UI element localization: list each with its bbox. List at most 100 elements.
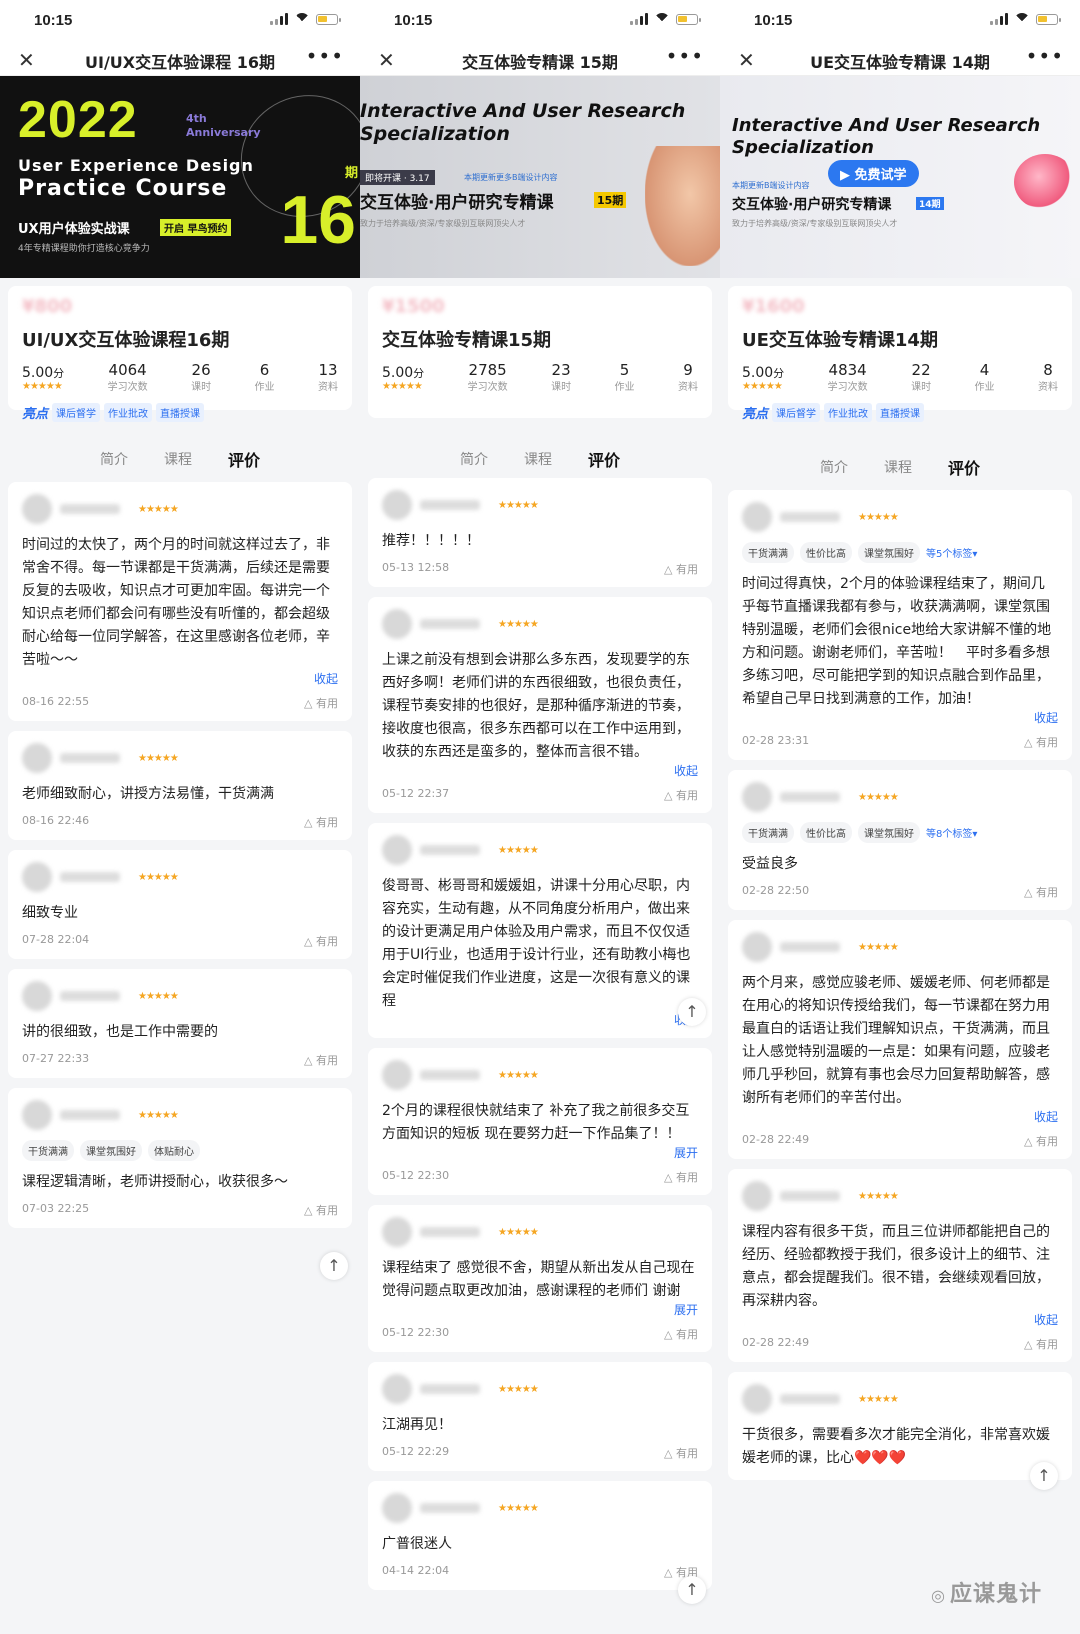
scroll-top-icon[interactable]: ↑ xyxy=(678,998,706,1026)
more-icon[interactable]: ••• xyxy=(1026,44,1064,68)
close-icon[interactable]: ✕ xyxy=(18,48,35,72)
banner-en-line1: User Experience Design xyxy=(18,156,254,175)
review-list: ★★★★★ 推荐！！！！！ 05-13 12:58 有用 ★★★★★ 上课之前没有… xyxy=(360,478,720,1600)
banner-subtitle: 4年专精课程助你打造核心竞争力 xyxy=(18,244,150,254)
review-text: 两个月来，感觉应骏老师、媛媛老师、何老师都是在用心的将知识传授给我们，每一节课都… xyxy=(742,975,1050,1106)
tab-intro[interactable]: 简介 xyxy=(100,449,128,469)
signal-icon xyxy=(630,13,648,25)
collapse-link[interactable]: 收起 xyxy=(742,1108,1058,1125)
useful-button[interactable]: 有用 xyxy=(304,933,338,949)
review-tag: 干货满满 xyxy=(22,1140,74,1161)
review-date: 08-16 22:46 xyxy=(22,814,90,827)
avatar xyxy=(382,490,412,520)
collapse-link[interactable]: 收起 xyxy=(382,762,698,779)
expand-link[interactable]: 展开 xyxy=(382,1144,698,1161)
useful-button[interactable]: 有用 xyxy=(1024,884,1058,900)
expand-link[interactable]: 展开 xyxy=(382,1301,698,1318)
collapse-link[interactable]: 收起 xyxy=(742,709,1058,726)
avatar xyxy=(382,1374,412,1404)
useful-button[interactable]: 有用 xyxy=(1024,734,1058,750)
useful-button[interactable]: 有用 xyxy=(664,787,698,803)
reviewer-name-blurred xyxy=(780,512,840,522)
avatar xyxy=(22,743,52,773)
useful-button[interactable]: 有用 xyxy=(304,1202,338,1218)
avatar xyxy=(742,782,772,812)
review-text: 老师细致耐心，讲授方法易懂，干货满满 xyxy=(22,786,274,802)
scroll-top-icon[interactable]: ↑ xyxy=(678,1576,706,1604)
more-tags-link[interactable]: 等5个标签▾ xyxy=(926,545,977,560)
tab-course[interactable]: 课程 xyxy=(884,457,912,477)
review-date: 08-16 22:55 xyxy=(22,695,90,708)
phone-screen-2: 10:15 ✕ 交互体验专精课 15期 ••• Interactive And … xyxy=(360,0,720,1634)
useful-button[interactable]: 有用 xyxy=(1024,1133,1058,1149)
course-info-card: ¥800 UI/UX交互体验课程16期 5.00分 ★★★★★ 4064 学习次数 … xyxy=(8,286,352,422)
status-time: 10:15 xyxy=(394,12,433,29)
tab-intro[interactable]: 简介 xyxy=(460,449,488,469)
close-icon[interactable]: ✕ xyxy=(738,48,755,72)
avatar xyxy=(382,1060,412,1090)
course-stats: 5.00分 ★★★★★ 2785 学习次数 23 课时 5 作业 9 资料 xyxy=(382,362,698,393)
status-bar: 10:15 xyxy=(0,0,360,40)
tab-reviews[interactable]: 评价 xyxy=(588,447,620,471)
course-banner: Interactive And User Research Specializa… xyxy=(720,76,1080,278)
stat-label: 资料 xyxy=(1037,382,1058,393)
review-date: 05-13 12:58 xyxy=(382,561,450,574)
useful-button[interactable]: 有用 xyxy=(304,814,338,830)
tab-intro[interactable]: 简介 xyxy=(820,457,848,477)
useful-button[interactable]: 有用 xyxy=(664,1326,698,1342)
tab-course[interactable]: 课程 xyxy=(524,449,552,469)
useful-button[interactable]: 有用 xyxy=(304,695,338,711)
review-card: ★★★★★ 干货很多，需要看多次才能完全消化，非常喜欢媛媛老师的课，比心❤️❤️… xyxy=(728,1372,1072,1480)
useful-button[interactable]: 有用 xyxy=(664,1445,698,1461)
review-date: 05-12 22:30 xyxy=(382,1169,450,1182)
useful-button[interactable]: 有用 xyxy=(1024,1336,1058,1352)
useful-button[interactable]: 有用 xyxy=(664,1169,698,1185)
tab-reviews[interactable]: 评价 xyxy=(228,447,260,471)
course-info-card: ¥1600 UE交互体验专精课14期 5.00分 ★★★★★ 4834 学习次数 2… xyxy=(728,286,1072,422)
score-value: 5.00 xyxy=(742,365,774,381)
course-title: UI/UX交互体验课程16期 xyxy=(22,330,230,351)
review-stars: ★★★★★ xyxy=(138,503,179,515)
reviewer-name-blurred xyxy=(420,1503,480,1513)
collapse-link[interactable]: 收起 xyxy=(382,1011,698,1028)
scroll-top-icon[interactable]: ↑ xyxy=(320,1252,348,1280)
reviewer-name-blurred xyxy=(780,1394,840,1404)
review-card: ★★★★★ 江湖再见！ 05-12 22:29 有用 xyxy=(368,1362,712,1471)
review-date: 02-28 22:50 xyxy=(742,884,810,897)
useful-button[interactable]: 有用 xyxy=(664,561,698,577)
review-card: ★★★★★ 课程结束了 感觉很不舍，期望从新出发从自己现在觉得问题点取更改加油，… xyxy=(368,1205,712,1352)
tab-reviews[interactable]: 评价 xyxy=(948,455,980,479)
review-text: 受益良多 xyxy=(742,856,798,872)
banner-en-line1: Interactive And User Research xyxy=(360,100,686,122)
review-card: ★★★★★ 上课之前没有想到会讲那么多东西，发现要学的东西好多啊！老师们讲的东西… xyxy=(368,597,712,813)
tab-course[interactable]: 课程 xyxy=(164,449,192,469)
course-stats: 5.00分 ★★★★★ 4834 学习次数 22 课时 4 作业 8 资料 xyxy=(742,362,1058,393)
close-icon[interactable]: ✕ xyxy=(378,48,395,72)
stat-value: 4834 xyxy=(828,361,867,379)
more-icon[interactable]: ••• xyxy=(666,44,704,68)
reviewer-name-blurred xyxy=(420,1227,480,1237)
course-stats: 5.00分 ★★★★★ 4064 学习次数 26 课时 6 作业 13 资料 xyxy=(22,362,338,393)
useful-button[interactable]: 有用 xyxy=(304,1052,338,1068)
reviewer-name-blurred xyxy=(780,792,840,802)
review-date: 04-14 22:04 xyxy=(382,1564,450,1577)
review-card: ★★★★★ 时间过的太快了，两个月的时间就这样过去了，非常舍不得。每一节课都是干… xyxy=(8,482,352,721)
status-bar: 10:15 xyxy=(720,0,1080,40)
banner-qi: 15期 xyxy=(594,192,627,208)
free-trial-button[interactable]: ▶ 免费试学 xyxy=(828,160,919,187)
review-date: 02-28 23:31 xyxy=(742,734,810,747)
banner-en-line2: Practice Course xyxy=(18,176,228,201)
collapse-link[interactable]: 收起 xyxy=(22,670,338,687)
course-banner: Interactive And User Research Specializa… xyxy=(360,76,720,278)
content-tabs: 简介 课程 评价 xyxy=(360,442,720,476)
scroll-top-icon[interactable]: ↑ xyxy=(1030,1462,1058,1490)
collapse-link[interactable]: 收起 xyxy=(742,1311,1058,1328)
content-tabs: 简介 课程 评价 xyxy=(720,450,1080,484)
review-date: 02-28 22:49 xyxy=(742,1133,810,1146)
review-tag: 性价比高 xyxy=(800,542,852,563)
highlight-tag: 课后督学 xyxy=(52,403,101,422)
review-text: 课程结束了 感觉很不舍，期望从新出发从自己现在觉得问题点取更改加油，感谢课程的老… xyxy=(382,1260,695,1299)
review-text: 江湖再见！ xyxy=(382,1417,452,1433)
more-icon[interactable]: ••• xyxy=(306,44,344,68)
more-tags-link[interactable]: 等8个标签▾ xyxy=(926,825,977,840)
